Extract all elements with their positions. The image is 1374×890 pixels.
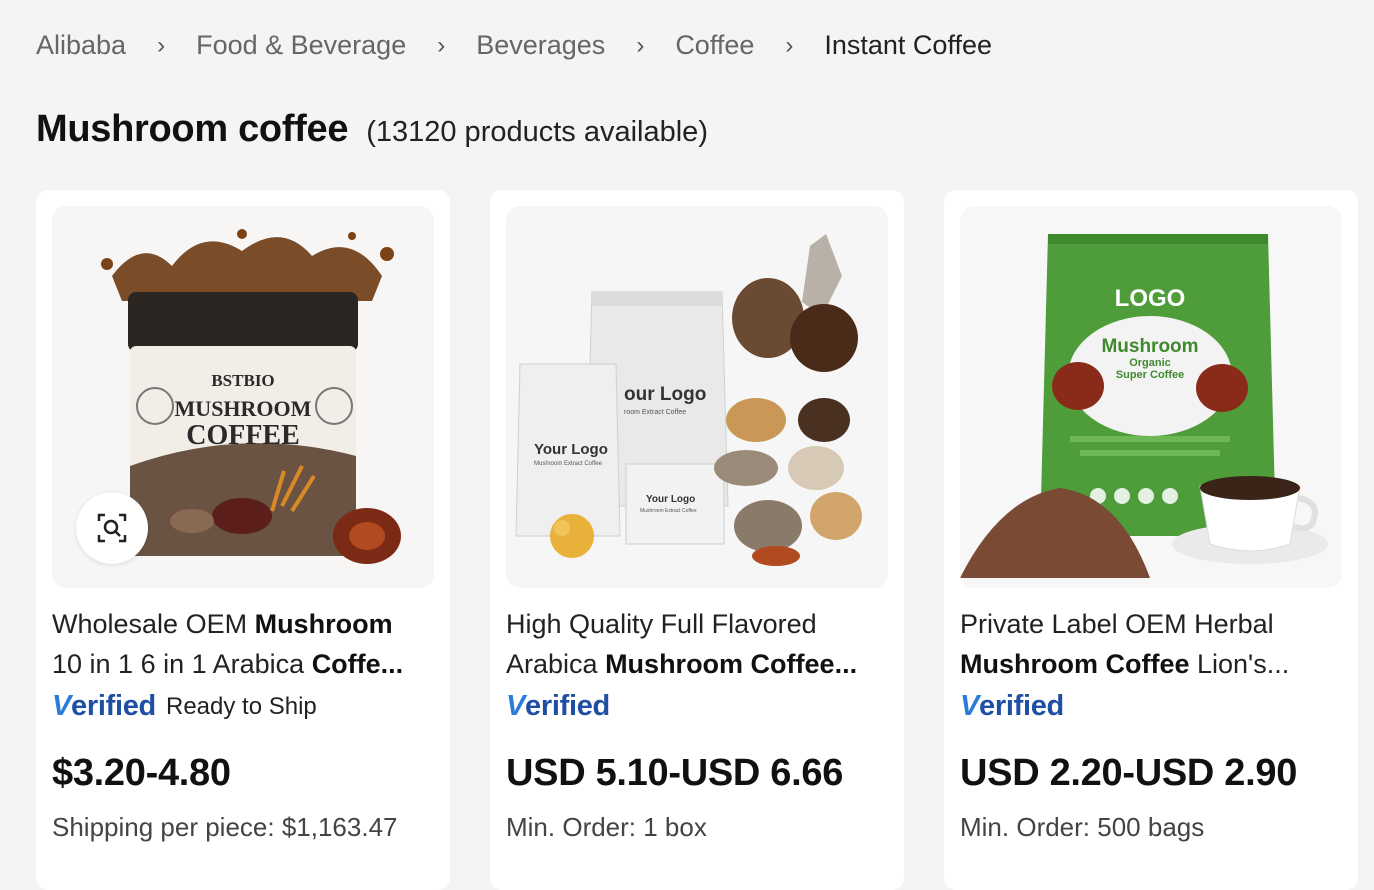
box-text: Your Logo <box>646 494 695 505</box>
breadcrumb-instant-coffee: Instant Coffee <box>824 30 992 60</box>
chevron-right-icon: › <box>636 31 645 59</box>
page-header: Mushroom coffee (13120 products availabl… <box>36 108 708 151</box>
jar-line2-text: COFFEE <box>186 420 300 451</box>
breadcrumb-coffee[interactable]: Coffee <box>675 30 754 61</box>
verified-badge: Verified <box>52 690 156 722</box>
shipping-info: Shipping per piece: $1,163.47 <box>52 812 398 842</box>
pouch-small-text: Your Logo <box>534 441 608 458</box>
product-card[interactable]: BSTBIO MUSHROOM COFFEE Wholesale OEM Mus… <box>36 190 450 890</box>
product-title[interactable]: High Quality Full Flavored Arabica Mushr… <box>506 604 888 684</box>
product-image[interactable]: our Logo room Extract Coffee Your Logo M… <box>506 206 888 588</box>
min-order: Min. Order: 500 bags <box>960 812 1205 842</box>
chevron-right-icon: › <box>437 31 446 59</box>
breadcrumb-alibaba[interactable]: Alibaba <box>36 30 126 61</box>
pouch-sub1-text: Organic <box>1129 357 1171 369</box>
product-price: $3.20-4.80 <box>52 752 231 794</box>
pouch-big-sub: room Extract Coffee <box>624 409 686 416</box>
product-badges: Verified <box>506 690 610 723</box>
product-price: USD 2.20-USD 2.90 <box>960 752 1298 794</box>
pouch-logo-text: LOGO <box>1115 285 1186 312</box>
product-badges: Verified <box>960 690 1064 723</box>
product-card[interactable]: our Logo room Extract Coffee Your Logo M… <box>490 190 904 890</box>
verified-badge: Verified <box>506 690 610 722</box>
breadcrumb: Alibaba › Food & Beverage › Beverages › … <box>36 30 992 61</box>
product-title[interactable]: Private Label OEM Herbal Mushroom Coffee… <box>960 604 1342 684</box>
breadcrumb-beverages[interactable]: Beverages <box>476 30 605 61</box>
min-order: Min. Order: 1 box <box>506 812 707 842</box>
pouch-arc-text: Mushroom <box>1101 336 1198 357</box>
verified-badge: Verified <box>960 690 1064 722</box>
product-count: (13120 products available) <box>366 116 708 148</box>
product-price: USD 5.10-USD 6.66 <box>506 752 844 794</box>
chevron-right-icon: › <box>157 31 166 59</box>
product-card[interactable]: LOGO Mushroom Organic Super Coffee Priva… <box>944 190 1358 890</box>
breadcrumb-food-beverage[interactable]: Food & Beverage <box>196 30 406 61</box>
product-badges: Verified Ready to Ship <box>52 690 317 723</box>
image-search-button[interactable] <box>76 492 148 564</box>
product-title[interactable]: Wholesale OEM Mushroom 10 in 1 6 in 1 Ar… <box>52 604 434 684</box>
product-image[interactable]: LOGO Mushroom Organic Super Coffee <box>960 206 1342 588</box>
ready-to-ship-label: Ready to Ship <box>165 692 317 720</box>
jar-line1-text: MUSHROOM <box>175 396 312 421</box>
product-image[interactable]: BSTBIO MUSHROOM COFFEE <box>52 206 434 588</box>
pouch-sub2-text: Super Coffee <box>1116 369 1184 381</box>
image-search-icon <box>97 513 127 543</box>
page-title: Mushroom coffee <box>36 108 349 150</box>
chevron-right-icon: › <box>785 31 794 59</box>
pouch-small-sub: Mushroom Extract Coffee <box>534 461 603 467</box>
pouch-big-text: our Logo <box>624 384 706 405</box>
box-sub: Mushroom Extract Coffee <box>640 508 697 514</box>
jar-brand-text: BSTBIO <box>211 371 274 390</box>
